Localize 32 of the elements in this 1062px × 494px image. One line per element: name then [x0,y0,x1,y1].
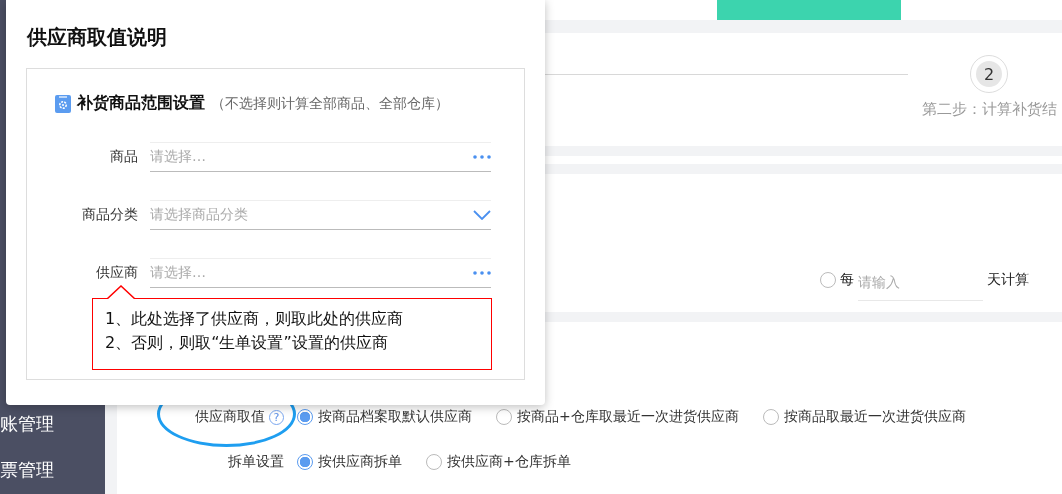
radio-button[interactable] [297,454,313,470]
section-title: 补货商品范围设置 [77,93,205,114]
step-label: 第二步：计算补货结 [921,100,1057,119]
select-field[interactable]: 请选择商品分类 [150,200,491,230]
option-label: 按商品档案取默认供应商 [318,408,472,426]
period-prefix: 每 [840,270,854,289]
option-label: 按供应商拆单 [318,453,402,471]
dialog-title: 供应商取值说明 [27,24,168,51]
settings-icon [55,94,71,113]
select-field[interactable]: 请选择… [150,142,491,172]
more-icon[interactable] [473,155,491,159]
option-label: 按供应商+仓库拆单 [447,453,571,471]
setting-label: 供应商取值 [195,408,265,426]
sidebar-item[interactable]: 票管理 [0,456,105,484]
radio-button[interactable] [496,409,512,425]
radio-button[interactable] [426,454,442,470]
option-label: 按商品取最近一次进货供应商 [783,408,966,426]
radio-button[interactable] [820,271,836,288]
select-field[interactable]: 请选择… [150,258,491,288]
period-suffix: 天计算 [987,270,1029,289]
more-icon[interactable] [473,271,491,275]
field-label: 商品 [109,148,138,166]
radio-button[interactable] [297,409,313,425]
callout-note: 1、此处选择了供应商，则取此处的供应商 2、否则，则取“生单设置”设置的供应商 [105,308,404,354]
field-label: 供应商 [95,264,138,282]
chevron-down-icon[interactable] [473,210,491,220]
setting-label: 拆单设置 [228,453,284,471]
radio-button[interactable] [762,409,779,425]
option-label: 按商品+仓库取最近一次进货供应商 [517,408,739,426]
sidebar-item[interactable]: 账管理 [0,410,105,438]
field-label: 商品分类 [81,206,138,224]
section-note: （不选择则计算全部商品、全部仓库） [211,94,449,113]
